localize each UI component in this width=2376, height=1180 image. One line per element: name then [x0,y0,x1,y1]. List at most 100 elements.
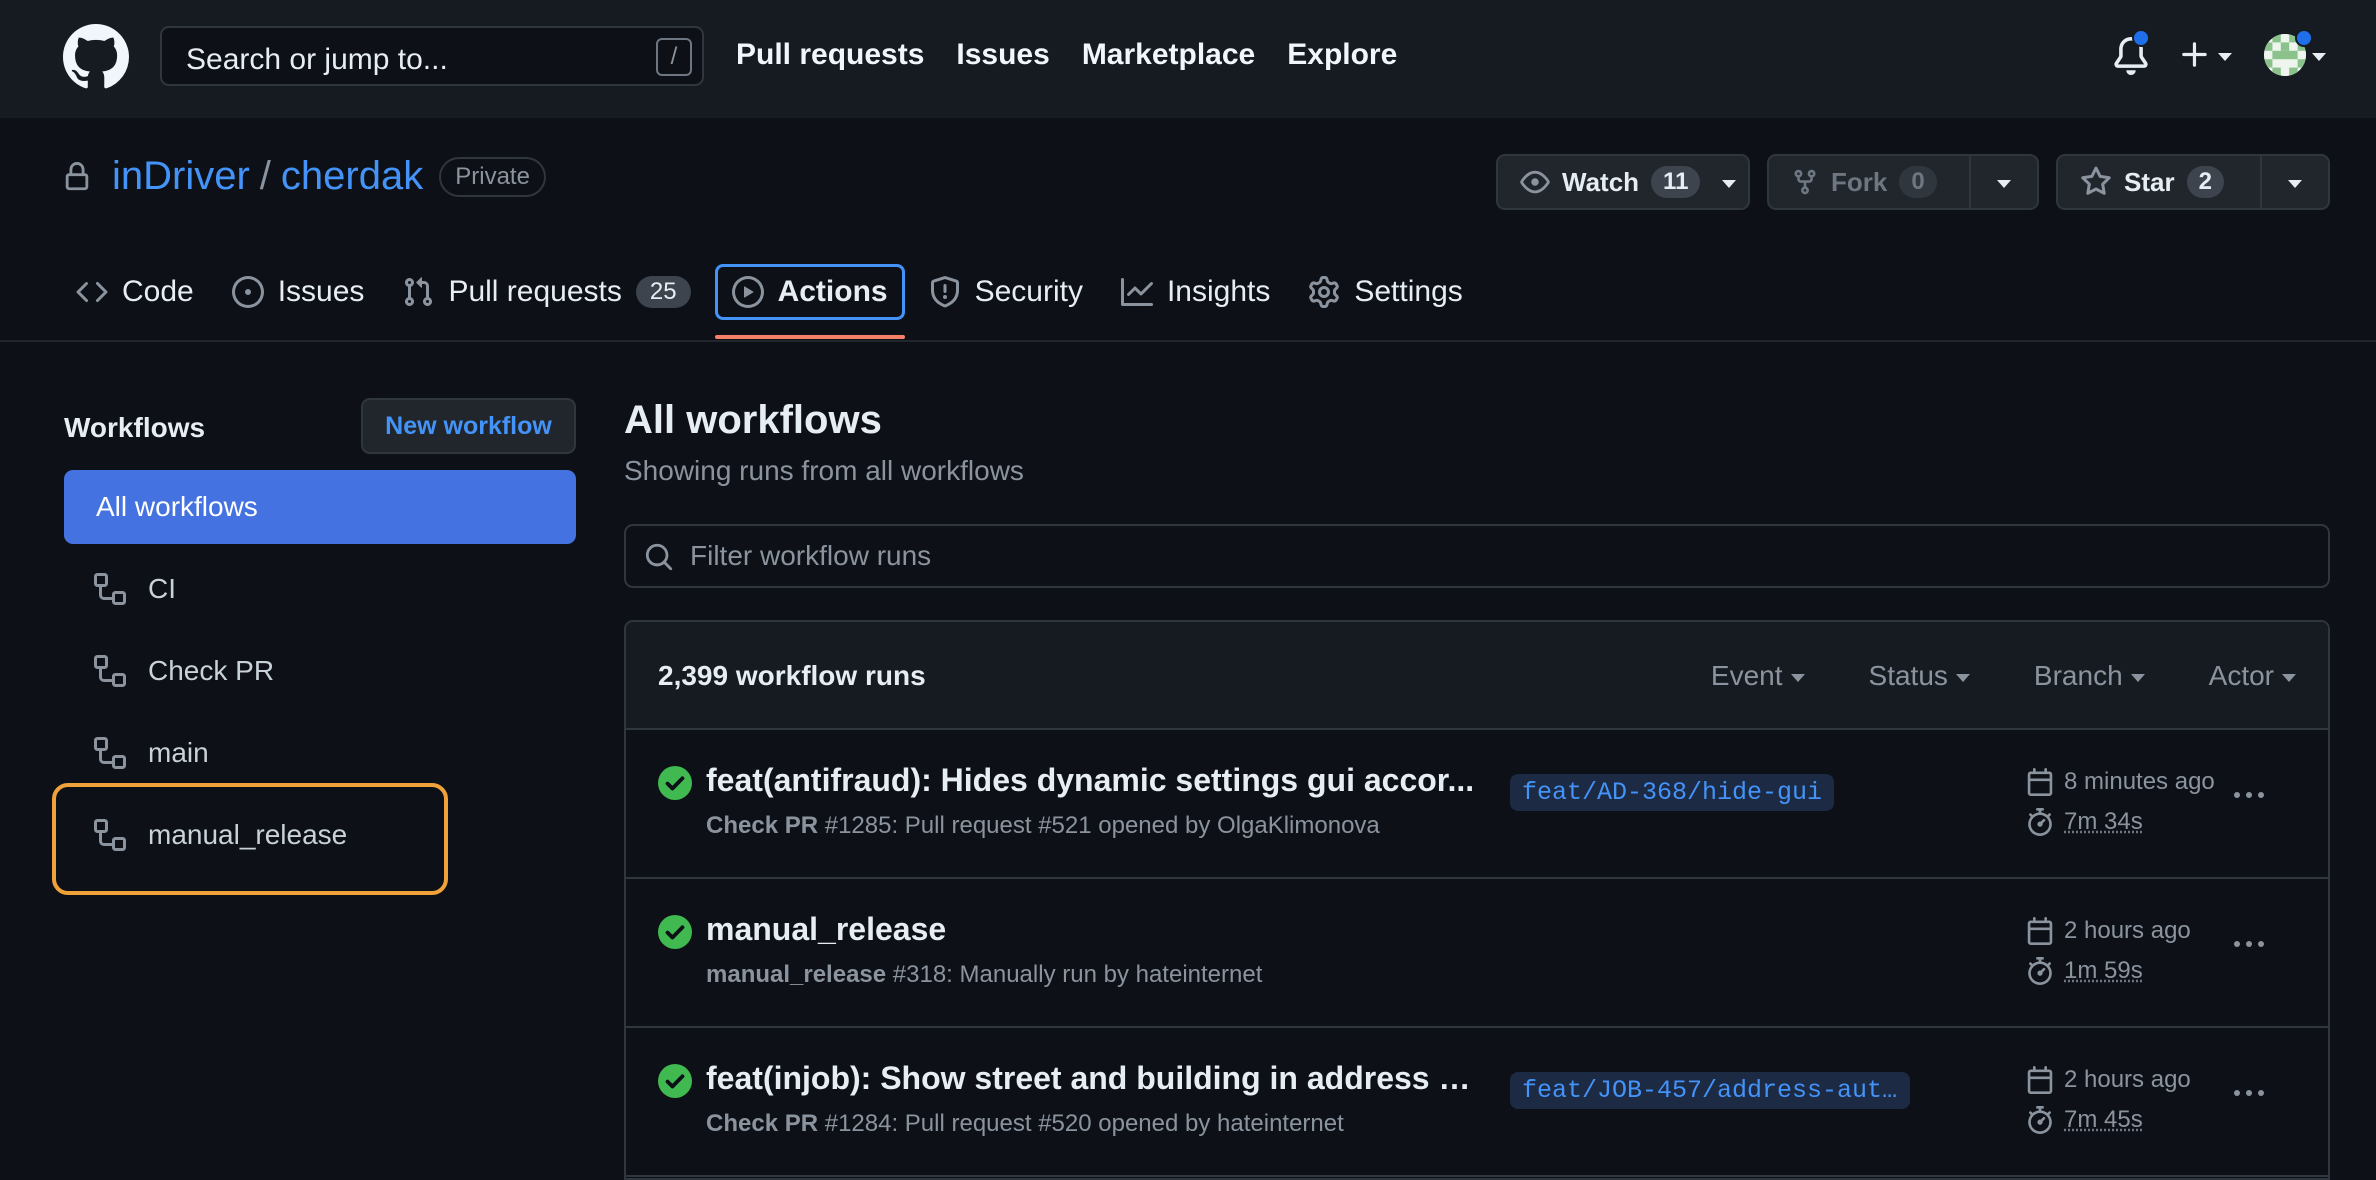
calendar-icon [2027,768,2053,796]
chevron-down-icon [2130,673,2145,682]
event-filter-dropdown[interactable]: Event [1711,660,1805,692]
run-when-label: 2 hours ago [2064,917,2191,944]
runs-list-header: 2,399 workflow runs Event Status Branch … [626,622,2328,730]
new-workflow-button[interactable]: New workflow [361,398,576,454]
star-label: Star [2124,166,2175,197]
issue-icon [231,276,264,308]
workflow-icon [94,573,126,605]
star-icon [2081,166,2111,195]
fork-dropdown-button[interactable] [1969,156,2037,208]
fork-button-group: Fork 0 [1767,154,2039,210]
stopwatch-icon [2028,957,2052,985]
check-circle-icon [658,766,692,800]
run-meta: Check PR #1285: Pull request #521 opened… [706,812,1380,840]
chevron-down-icon [1722,179,1737,188]
branch-filter-label: Branch [2033,660,2123,691]
run-workflow-name: Check PR [706,812,819,839]
annotation-highlight-box [52,783,448,895]
search-placeholder: Search or jump to... [186,43,448,76]
tabs-divider [0,340,2376,342]
chevron-down-icon [2288,179,2302,188]
run-meta: manual_release #318: Manually run by hat… [706,961,1262,989]
run-workflow-name: Check PR [706,1110,819,1137]
pull-request-icon [405,277,433,307]
calendar-icon [2027,917,2053,945]
branch-tag[interactable]: feat/JOB-457/address-auto… [1510,1072,1910,1109]
search-icon [645,543,673,571]
graph-icon [1120,278,1153,306]
repo-name-link[interactable]: cherdak [281,154,423,199]
global-search-input[interactable]: Search or jump to... / [160,26,704,86]
run-title-link[interactable]: manual_release [706,911,946,948]
chevron-down-icon [2312,52,2326,61]
status-indicator [2295,29,2313,47]
sidebar-item-main[interactable]: main [64,716,576,790]
run-more-options-button[interactable] [2234,1090,2264,1096]
fork-icon [1794,169,1816,195]
check-circle-icon [658,1064,692,1098]
tab-issues[interactable]: Issues [218,264,379,320]
repo-separator: / [259,154,271,198]
nav-pull-requests[interactable]: Pull requests [736,38,924,72]
watch-label: Watch [1562,166,1640,197]
notification-indicator [2132,29,2150,47]
star-button[interactable]: Star 2 [2058,156,2260,208]
star-button-group: Star 2 [2056,154,2330,210]
tab-code[interactable]: Code [62,264,208,320]
tab-insights-label: Insights [1166,275,1271,308]
run-more-options-button[interactable] [2234,792,2264,798]
workflow-icon [94,655,126,687]
filter-runs-input[interactable] [690,536,2290,576]
sidebar-item-all-workflows[interactable]: All workflows [64,470,576,544]
repo-tabs: Code Issues Pull requests 25 Actions Sec… [62,262,1487,339]
run-duration-label: 7m 34s [2064,808,2143,835]
fork-button[interactable]: Fork 0 [1769,156,1969,208]
pull-requests-count: 25 [635,276,691,308]
sidebar-item-ci[interactable]: CI [64,552,576,626]
chevron-down-icon [1790,673,1805,682]
tab-settings[interactable]: Settings [1294,264,1476,320]
sidebar-item-label: Check PR [148,655,275,686]
run-title-link[interactable]: feat(injob): Show street and building in… [706,1060,1476,1097]
run-title-link[interactable]: feat(antifraud): Hides dynamic settings … [706,762,1474,799]
actor-filter-dropdown[interactable]: Actor [2209,660,2296,692]
search-shortcut-key: / [656,38,692,76]
tab-actions[interactable]: Actions [714,264,905,339]
run-when-label: 2 hours ago [2064,1066,2191,1093]
nav-explore[interactable]: Explore [1287,38,1397,72]
status-filter-dropdown[interactable]: Status [1869,660,1970,692]
sidebar-item-label: main [148,737,209,768]
watch-button[interactable]: Watch 11 [1498,156,1758,208]
github-logo-icon[interactable] [63,24,129,90]
nav-issues[interactable]: Issues [956,38,1049,72]
lock-icon [65,161,89,190]
repo-owner-link[interactable]: inDriver [112,154,250,199]
workflows-heading: Workflows [64,412,206,443]
chevron-down-icon [2218,52,2232,61]
page-subtitle: Showing runs from all workflows [624,455,1024,486]
sidebar-item-check-pr[interactable]: Check PR [64,634,576,708]
tab-security[interactable]: Security [915,264,1097,320]
eye-icon [1520,170,1550,194]
branch-tag[interactable]: feat/AD-368/hide-gui [1510,774,1835,811]
tab-pull-requests[interactable]: Pull requests 25 [388,264,704,320]
tab-pull-requests-label: Pull requests [448,275,622,308]
gear-icon [1309,276,1340,308]
run-meta: Check PR #1284: Pull request #520 opened… [706,1110,1344,1138]
tab-actions-label: Actions [777,275,888,308]
branch-filter-dropdown[interactable]: Branch [2034,660,2145,692]
calendar-icon [2027,1066,2053,1094]
run-description: #1285: Pull request #521 opened by OlgaK… [818,812,1380,839]
run-duration-label: 1m 59s [2064,957,2143,984]
create-new-menu[interactable] [2178,38,2232,72]
star-count: 2 [2186,166,2224,198]
status-filter-label: Status [1868,660,1948,691]
tab-insights[interactable]: Insights [1107,264,1284,320]
play-icon [731,276,764,308]
nav-marketplace[interactable]: Marketplace [1082,38,1255,72]
stopwatch-icon [2028,808,2052,836]
run-timestamp: 2 hours ago [2026,917,2191,945]
run-more-options-button[interactable] [2234,941,2264,947]
run-duration: 7m 34s [2026,808,2143,836]
star-dropdown-button[interactable] [2260,156,2328,208]
